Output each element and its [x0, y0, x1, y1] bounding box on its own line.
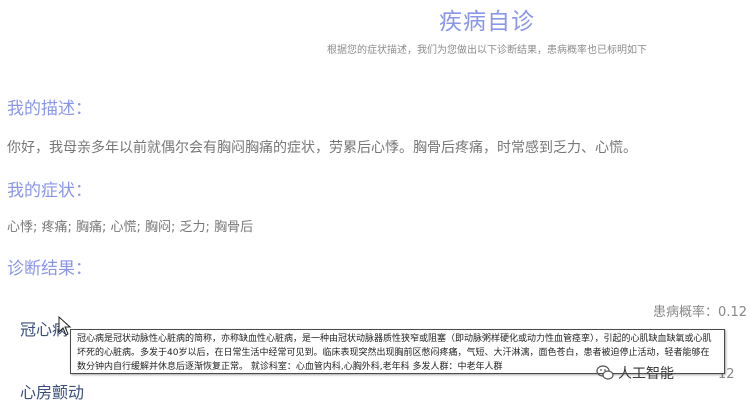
symptoms-heading: 我的症状：: [7, 181, 92, 201]
result-probability: 患病概率：0.12: [653, 305, 747, 320]
result-name-afib[interactable]: 心房颤动: [20, 379, 84, 403]
description-text: 你好，我母亲多年以前就偶尔会有胸闷胸痛的症状，劳累后心悸。胸骨后疼痛，时常感到乏…: [7, 140, 637, 156]
page-title: 疾病自诊: [439, 9, 535, 35]
cursor-icon: [58, 316, 72, 336]
watermark: 人工智能: [596, 363, 674, 383]
description-heading: 我的描述：: [7, 99, 92, 119]
watermark-text: 人工智能: [618, 366, 674, 382]
results-heading: 诊断结果：: [7, 259, 92, 279]
wechat-icon: [596, 365, 614, 380]
symptoms-text: 心悸; 疼痛; 胸痛; 心慌; 胸闷; 乏力; 胸骨后: [7, 220, 254, 235]
page-subtitle: 根据您的症状描述，我们为您做出以下诊断结果，患病概率也已标明如下: [327, 45, 647, 56]
